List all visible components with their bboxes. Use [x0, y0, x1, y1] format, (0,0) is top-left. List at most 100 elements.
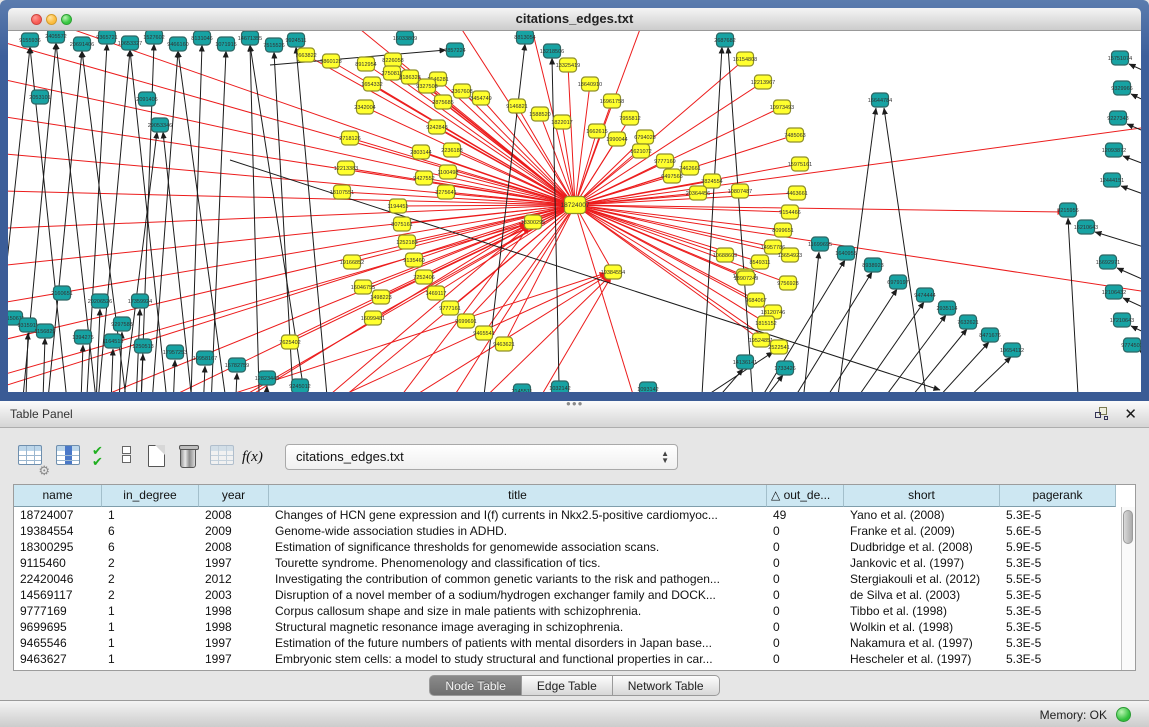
delete-columns-icon[interactable] [180, 445, 208, 473]
delete-table-icon[interactable] [210, 445, 238, 473]
graph-node[interactable]: 2875685 [432, 95, 453, 109]
scrollbar-thumb[interactable] [1123, 510, 1133, 544]
graph-node[interactable]: 9245012 [289, 379, 310, 392]
graph-node[interactable]: 6794028 [634, 130, 655, 144]
graph-node[interactable]: 20691406 [70, 37, 94, 51]
graph-node[interactable]: 1815152 [755, 316, 776, 330]
graph-node[interactable]: 19384554 [601, 265, 625, 279]
graph-node[interactable]: 9146821 [506, 99, 527, 113]
table-row[interactable]: 946362711997Embryonic stem cells: a mode… [14, 651, 1121, 667]
graph-node[interactable]: 1588520 [529, 107, 550, 121]
graph-node[interactable]: 29053346 [148, 118, 172, 132]
graph-node[interactable]: 16046755 [351, 280, 375, 294]
graph-node[interactable]: 9329966 [1111, 81, 1132, 95]
graph-node[interactable]: 1032142 [549, 381, 570, 392]
graph-node[interactable]: 16210643 [1074, 220, 1098, 234]
table-row[interactable]: 1830029562008Estimation of significance … [14, 539, 1121, 555]
graph-node[interactable]: 7663822 [295, 48, 316, 62]
table-row[interactable]: 911546021997Tourette syndrome. Phenomeno… [14, 555, 1121, 571]
graph-node[interactable]: 20206526 [88, 294, 112, 308]
column-header-in_degree[interactable]: in_degree [102, 485, 199, 507]
table-row[interactable]: 977716911998Corpus callosum shape and si… [14, 603, 1121, 619]
table-mode-icon[interactable]: ⚙ [18, 445, 46, 473]
tab-node-table[interactable]: Node Table [429, 675, 522, 696]
graph-node[interactable]: 8226058 [382, 53, 403, 67]
graph-node[interactable]: 1156829 [34, 324, 55, 338]
graph-node[interactable]: 18300295 [521, 215, 545, 229]
graph-node[interactable]: 1100498 [437, 165, 458, 179]
graph-node[interactable]: 1093142 [637, 382, 658, 392]
graph-node[interactable]: 1662615 [586, 124, 607, 138]
close-panel-icon[interactable]: ✕ [1124, 405, 1137, 423]
graph-node[interactable]: 16099481 [361, 311, 385, 325]
graph-node[interactable]: 1469117 [425, 286, 446, 300]
graph-node[interactable]: 10807487 [728, 184, 752, 198]
graph-node[interactable]: 9466160 [167, 37, 188, 51]
graph-node[interactable]: 7955812 [619, 111, 640, 125]
graph-node[interactable]: 16644784 [868, 93, 892, 107]
graph-node[interactable]: 16033809 [393, 31, 417, 45]
graph-node[interactable]: 2236188 [441, 143, 462, 157]
graph-node[interactable]: 8131046 [191, 31, 212, 45]
graph-node[interactable]: 8075161 [391, 217, 412, 231]
graph-node[interactable]: 2718126 [339, 131, 360, 145]
graph-node[interactable]: 9427552 [413, 171, 434, 185]
graph-node[interactable]: 1654332 [361, 77, 382, 91]
graph-node[interactable]: 9154466 [779, 205, 800, 219]
graph-node[interactable]: 9699691 [455, 314, 476, 328]
graph-node[interactable]: 1071915 [215, 37, 236, 51]
graph-node[interactable]: 10958167 [193, 351, 217, 365]
graph-node[interactable]: 18107551 [330, 185, 354, 199]
graph-node[interactable]: 7462661 [679, 161, 700, 175]
graph-node[interactable]: 8186328 [399, 70, 420, 84]
function-builder-icon[interactable]: f(x) [242, 445, 270, 473]
graph-node[interactable]: 9227343 [1107, 111, 1128, 125]
graph-node[interactable]: 7515526 [263, 38, 284, 52]
table-vertical-scrollbar[interactable] [1121, 507, 1135, 670]
graph-node[interactable]: 8099651 [772, 223, 793, 237]
graph-node[interactable]: 20364456 [686, 186, 710, 200]
graph-node[interactable]: 9474444 [914, 288, 935, 302]
tab-network-table[interactable]: Network Table [613, 675, 720, 696]
graph-node[interactable]: 12106432 [1102, 285, 1126, 299]
float-panel-icon[interactable] [1095, 407, 1109, 421]
graph-node[interactable]: 2342004 [354, 100, 375, 114]
graph-node[interactable]: 2687682 [714, 33, 735, 47]
graph-node[interactable]: 10653327 [118, 36, 142, 50]
graph-node[interactable]: 9327508 [416, 79, 437, 93]
unselect-all-icon[interactable] [122, 445, 150, 473]
table-row[interactable]: 1456911722003Disruption of a novel membe… [14, 587, 1121, 603]
graph-node[interactable]: 1194451 [387, 199, 408, 213]
graph-node[interactable]: 12823448 [255, 371, 279, 385]
graph-node[interactable]: 1822017 [551, 115, 572, 129]
graph-node[interactable]: 17957253 [163, 345, 187, 359]
graph-node[interactable]: 18907249 [734, 271, 758, 285]
graph-node[interactable]: 2145511 [511, 384, 532, 392]
graph-node[interactable]: 1498223 [370, 290, 391, 304]
graph-node[interactable]: 9684067 [745, 293, 766, 307]
graph-node[interactable]: 16782759 [225, 358, 249, 372]
graph-node[interactable]: 6979197 [887, 275, 908, 289]
graph-node[interactable]: 2405572 [45, 31, 66, 43]
select-all-icon[interactable]: ✔✔ [92, 445, 120, 473]
column-header-short[interactable]: short [844, 485, 1000, 507]
graph-node[interactable]: 7625402 [279, 335, 300, 349]
graph-node[interactable]: 12444151 [1100, 173, 1124, 187]
graph-node[interactable]: 2935114 [936, 301, 957, 315]
graph-node[interactable]: 12213967 [751, 75, 775, 89]
graph-node[interactable]: 9365721 [96, 31, 117, 44]
graph-node[interactable]: 13654923 [778, 248, 802, 262]
graph-node[interactable]: 13325419 [556, 58, 580, 72]
graph-node[interactable]: 3275641 [435, 185, 456, 199]
graph-node[interactable]: 14136141 [733, 355, 757, 369]
graph-node[interactable]: 2053101 [29, 90, 50, 104]
graph-node[interactable]: 9135460 [403, 253, 424, 267]
graph-node[interactable]: 7857224 [444, 43, 465, 57]
graph-node[interactable]: 9465541 [473, 326, 494, 340]
graph-node[interactable]: 8938923 [862, 258, 883, 272]
graph-node[interactable]: 19166852 [340, 255, 364, 269]
graph-node[interactable]: 1990044 [606, 132, 627, 146]
show-columns-icon[interactable] [56, 445, 84, 473]
graph-node[interactable]: 8813054 [514, 31, 535, 44]
graph-node[interactable]: 14671355 [238, 31, 262, 45]
